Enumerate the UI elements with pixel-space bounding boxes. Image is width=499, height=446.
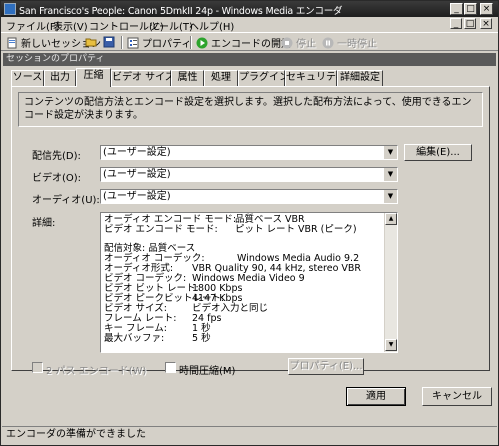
save-icon[interactable] [103, 36, 115, 48]
toolbar: 新しいセッション プロパティ エンコードの開始 停止 一時停止 [1, 32, 498, 51]
start-encoding-button[interactable]: エンコードの開始 [196, 35, 291, 50]
compression-tab-page: コンテンツの配信方法とエンコード設定を選択します。選択した配布方法によって、使用… [11, 86, 490, 377]
tab-output[interactable]: 出力 [44, 70, 76, 86]
destination-select[interactable]: (ユーザー設定) ▼ [100, 145, 398, 160]
open-folder-icon[interactable] [85, 36, 97, 48]
destination-value: (ユーザー設定) [103, 147, 171, 158]
compression-description: コンテンツの配信方法とエンコード設定を選択します。選択した配布方法によって、使用… [18, 92, 483, 127]
two-pass-checkbox[interactable] [32, 362, 43, 373]
menu-view[interactable]: 表示(V) [53, 18, 88, 33]
stop-label: 停止 [296, 39, 316, 50]
details-box[interactable]: オーディオ エンコード モード: 品質ベース VBR ビデオ エンコード モード… [100, 212, 398, 353]
tab-source[interactable]: ソース [11, 70, 44, 86]
time-compression-label: 時間圧縮(M) [179, 366, 236, 377]
start-encoding-label: エンコードの開始 [211, 39, 291, 50]
video-value: (ユーザー設定) [103, 169, 171, 180]
maximize-button[interactable]: □ [464, 3, 477, 15]
toolbar-separator [121, 36, 123, 49]
new-session-icon [7, 37, 17, 48]
two-pass-label: 2 パス エンコード(W) [46, 366, 147, 377]
tab-processing[interactable]: 処理 [204, 70, 238, 86]
destination-label: 配信先(D): [32, 151, 81, 162]
tab-compression[interactable]: 圧縮 [76, 68, 111, 87]
audio-label: オーディオ(U): [32, 195, 100, 206]
close-button[interactable]: × [480, 3, 493, 15]
menu-file[interactable]: ファイル(F) [6, 18, 60, 33]
tab-advanced[interactable]: 詳細設定 [337, 70, 383, 86]
status-bar: エンコーダの準備ができました [2, 426, 497, 443]
pause-label: 一時停止 [337, 39, 377, 50]
chevron-down-icon[interactable]: ▼ [383, 146, 397, 159]
pause-button[interactable]: 一時停止 [322, 35, 377, 50]
video-label: ビデオ(O): [32, 173, 82, 184]
scroll-down-icon[interactable]: ▼ [385, 339, 397, 351]
toolbar-separator [190, 36, 192, 49]
chevron-down-icon[interactable]: ▼ [383, 190, 397, 203]
cancel-button[interactable]: キャンセル [422, 387, 492, 406]
stop-icon [281, 37, 293, 48]
stop-button[interactable]: 停止 [281, 35, 316, 50]
pause-icon [322, 37, 334, 48]
video-select[interactable]: (ユーザー設定) ▼ [100, 167, 398, 182]
encoder-window: San Francisco's People: Canon 5DmkII 24p… [0, 0, 499, 446]
chevron-down-icon[interactable]: ▼ [383, 168, 397, 181]
menu-tools[interactable]: ツール(T) [149, 18, 193, 33]
tab-plugins[interactable]: プラグイン [238, 70, 289, 86]
details-scrollbar[interactable]: ▲ ▼ [384, 213, 397, 352]
app-icon[interactable] [4, 3, 16, 15]
properties-label: プロパティ [142, 39, 192, 50]
scroll-up-icon[interactable]: ▲ [385, 213, 397, 225]
status-text: エンコーダの準備ができました [6, 429, 146, 440]
time-compression-checkbox[interactable] [165, 362, 176, 373]
codec-properties-button[interactable]: プロパティ(E)... [288, 358, 364, 375]
properties-icon [127, 37, 139, 48]
details-label: 詳細: [32, 218, 56, 229]
tab-security[interactable]: セキュリティ [285, 70, 345, 86]
tab-attributes[interactable]: 属性 [171, 70, 204, 86]
mdi-minimize-icon[interactable]: _ [450, 18, 462, 29]
video-mode-value: ピット レート VBR (ピーク) [235, 224, 357, 235]
play-icon [196, 37, 208, 48]
mdi-close-icon[interactable]: × [480, 18, 492, 29]
detail-label: 最大バッファ: [104, 333, 165, 344]
tab-video-size[interactable]: ビデオ サイズ [111, 70, 175, 86]
edit-button[interactable]: 編集(E)... [404, 144, 472, 161]
detail-value: 5 秒 [192, 333, 211, 344]
properties-button[interactable]: プロパティ [127, 35, 191, 50]
audio-value: (ユーザー設定) [103, 191, 171, 202]
menu-bar: ファイル(F) 表示(V) コントロール(C) ツール(T) ヘルプ(H) _ … [1, 17, 498, 33]
video-mode-label: ビデオ エンコード モード: [104, 224, 218, 235]
apply-button[interactable]: 適用 [346, 387, 406, 406]
mdi-restore-icon[interactable]: □ [464, 18, 476, 29]
window-title: San Francisco's People: Canon 5DmkII 24p… [19, 6, 343, 17]
minimize-button[interactable]: _ [450, 3, 463, 15]
session-properties-header: セッションのプロパティ [3, 53, 496, 66]
menu-help[interactable]: ヘルプ(H) [189, 18, 234, 33]
title-bar[interactable]: San Francisco's People: Canon 5DmkII 24p… [1, 1, 498, 17]
audio-select[interactable]: (ユーザー設定) ▼ [100, 189, 398, 204]
